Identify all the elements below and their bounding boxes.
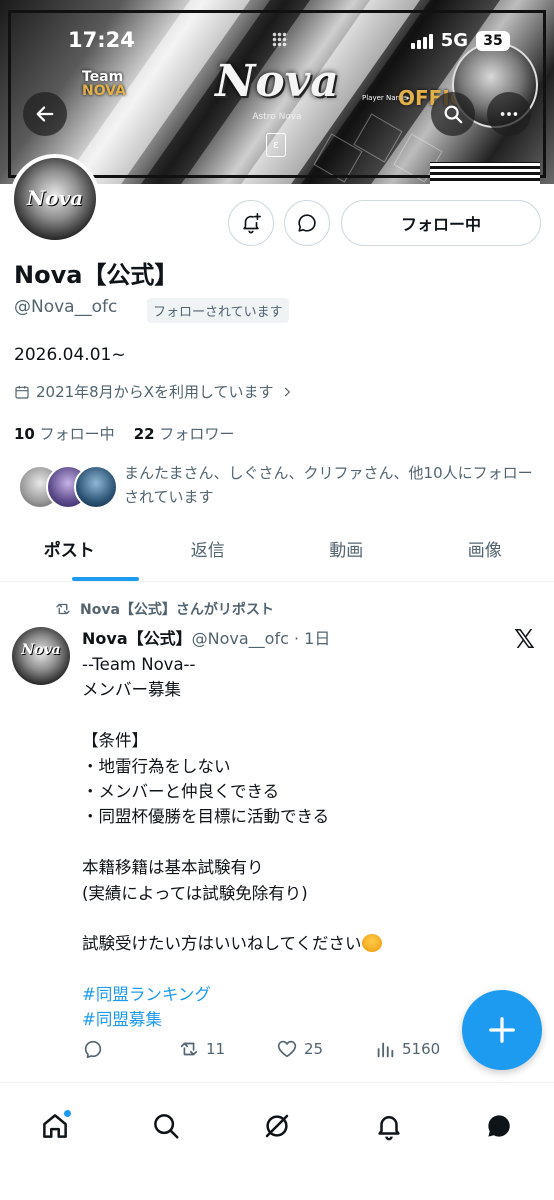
hashtag-link[interactable]: #同盟募集	[82, 1007, 522, 1032]
like-count: 25	[304, 1040, 324, 1058]
tab-posts[interactable]: ポスト	[0, 526, 139, 581]
joined-date[interactable]: 2021年8月からXを利用しています	[14, 381, 294, 402]
avatar	[74, 465, 118, 509]
post-line: ・同盟杯優勝を目標に活動できる	[82, 807, 330, 827]
chevron-right-icon	[284, 387, 290, 396]
calendar-icon	[15, 385, 29, 399]
post-header: Nova【公式】@Nova__ofc · 1日	[82, 625, 330, 649]
views-button[interactable]: 5160	[374, 1038, 440, 1060]
follow-counts: 10 フォロー中 22 フォロワー	[14, 423, 234, 444]
post-line	[82, 703, 522, 728]
views-count: 5160	[402, 1040, 441, 1058]
battery-icon: 35	[476, 30, 510, 51]
hashtag-link[interactable]: #同盟ランキング	[82, 982, 522, 1007]
arrow-left-icon	[36, 106, 54, 122]
following-count: 10	[14, 425, 35, 443]
bell-plus-icon	[243, 213, 261, 234]
compose-button[interactable]	[462, 990, 542, 1070]
follows-you-badge: フォローされています	[147, 298, 289, 323]
search-icon	[154, 1114, 179, 1139]
post-line: ・メンバーと仲良くできる	[82, 781, 280, 801]
network-type: 5G	[440, 30, 468, 51]
repost-indicator[interactable]: Nova【公式】さんがリポスト	[54, 599, 274, 619]
nav-home[interactable]	[28, 1099, 82, 1153]
post-line: 【条件】	[82, 731, 148, 751]
x-logo-icon: 𝕏	[514, 625, 535, 655]
post-avatar-logo: Nova	[21, 642, 61, 658]
followers-link[interactable]: 22 フォロワー	[134, 425, 235, 443]
post-line: (実績によっては試験免除有り)	[82, 883, 308, 903]
more-icon	[500, 112, 518, 116]
post-text: --Team Nova-- メンバー募集 【条件】 ・地雷行為をしない ・メンバ…	[82, 652, 522, 1033]
handle: @Nova__ofc	[14, 297, 118, 317]
notification-dot	[63, 1109, 72, 1118]
more-button[interactable]	[487, 92, 531, 136]
mutual-avatars[interactable]	[18, 465, 118, 511]
messages-icon	[488, 1115, 510, 1137]
tab-videos[interactable]: 動画	[277, 526, 416, 581]
post-line	[82, 830, 522, 855]
nav-search[interactable]	[139, 1099, 193, 1153]
following-button[interactable]: フォロー中	[341, 200, 541, 246]
repost-icon	[56, 603, 70, 615]
avatar-logo: Nova	[26, 186, 84, 210]
nav-messages[interactable]	[472, 1099, 526, 1153]
views-icon	[377, 1042, 394, 1058]
banner-stripes	[430, 162, 540, 184]
status-right: 5G 35	[410, 30, 510, 51]
repost-count: 11	[206, 1040, 226, 1058]
reply-button[interactable]	[82, 1038, 104, 1060]
status-time: 17:24	[68, 28, 135, 52]
signal-icon	[410, 33, 433, 49]
followers-label: フォロワー	[159, 425, 235, 443]
repost-label: Nova【公式】さんがリポスト	[80, 602, 274, 618]
post-line-with-emoji: 試験受けたい方はいいねしてください	[82, 931, 522, 956]
following-label: フォロー中	[39, 425, 115, 443]
nav-notifications[interactable]	[362, 1099, 416, 1153]
heart-icon	[277, 1040, 297, 1058]
tab-images[interactable]: 画像	[416, 526, 554, 581]
banner-emblem: ε	[266, 133, 286, 157]
search-icon	[444, 105, 463, 124]
like-button[interactable]: 25	[276, 1038, 323, 1060]
reply-icon	[84, 1040, 102, 1059]
profile-tabs: ポスト 返信 動画 画像	[0, 526, 554, 582]
bio: 2026.04.01~	[14, 345, 126, 365]
search-button[interactable]	[431, 92, 475, 136]
post-handle-time: @Nova__ofc · 1日	[191, 629, 331, 648]
grok-icon	[265, 1114, 289, 1138]
bottom-nav	[0, 1082, 554, 1200]
post-line: メンバー募集	[82, 680, 181, 700]
message-icon	[298, 214, 316, 232]
nav-grok[interactable]	[250, 1099, 304, 1153]
post-line: 本籍移籍は基本試験有り	[82, 858, 264, 878]
bell-icon	[378, 1116, 400, 1141]
following-link[interactable]: 10 フォロー中	[14, 425, 115, 443]
post-line	[82, 957, 522, 982]
post-line	[82, 906, 522, 931]
repost-icon	[180, 1042, 198, 1056]
profile-avatar[interactable]: Nova	[10, 154, 100, 244]
tab-replies[interactable]: 返信	[139, 526, 278, 581]
plus-icon	[489, 1017, 515, 1043]
post-line: ・地雷行為をしない	[82, 756, 231, 776]
post-line: --Team Nova--	[82, 655, 196, 674]
notify-button[interactable]	[228, 200, 274, 246]
message-button[interactable]	[284, 200, 330, 246]
followers-count: 22	[133, 425, 155, 443]
bowing-emoji-icon	[361, 934, 382, 953]
post-avatar[interactable]: Nova	[12, 627, 70, 685]
joined-text: 2021年8月からXを利用しています	[36, 383, 274, 401]
post-author[interactable]: Nova【公式】	[82, 629, 192, 648]
post-line: 試験受けたい方はいいねしてください	[82, 934, 362, 954]
back-button[interactable]	[23, 92, 67, 136]
display-name: Nova【公式】	[14, 261, 179, 289]
repost-button[interactable]: 11	[178, 1038, 225, 1060]
mutuals-text[interactable]: まんたまさん、しぐさん、クリファさん、他10人にフォローされています	[124, 461, 534, 509]
status-indicator	[272, 32, 288, 48]
